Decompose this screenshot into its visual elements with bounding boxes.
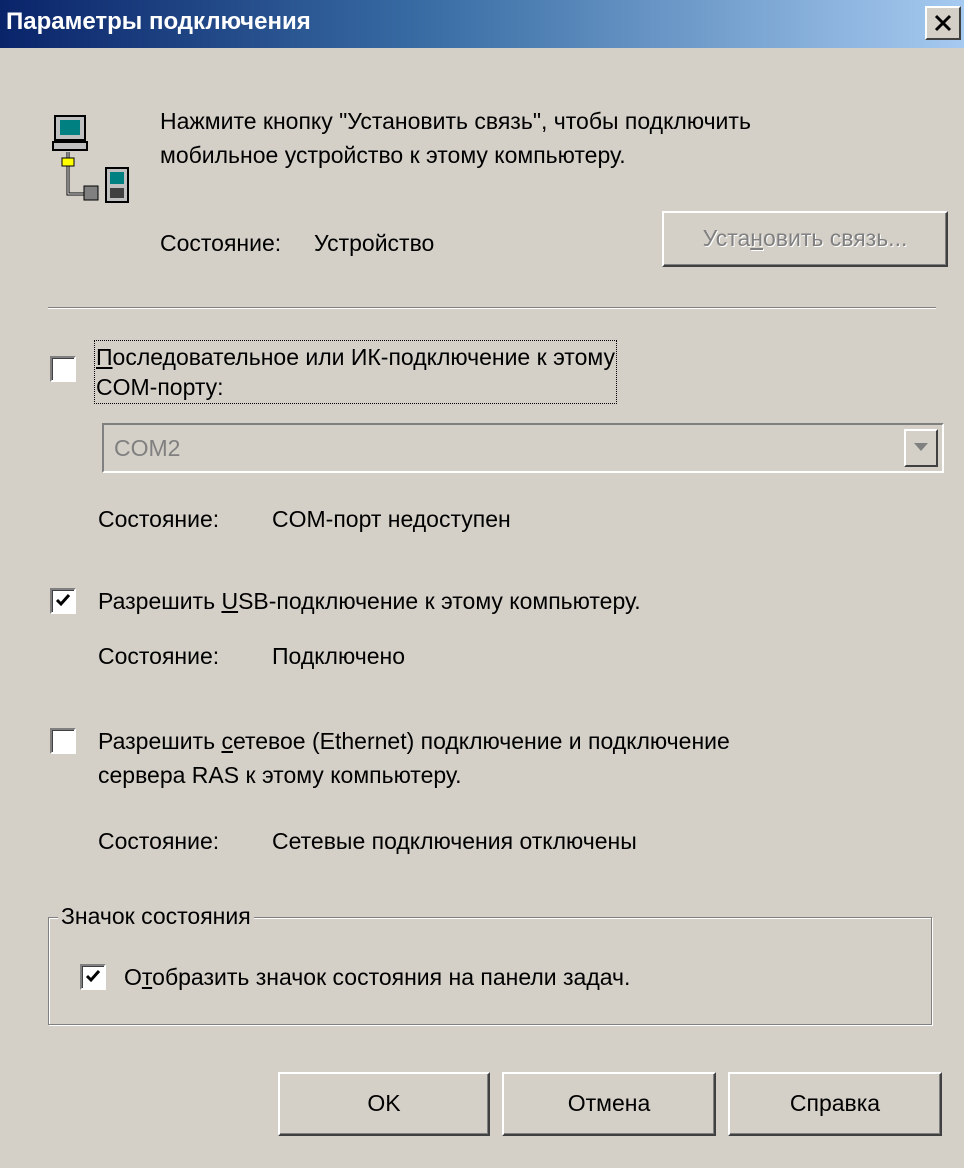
window-title: Параметры подключения bbox=[6, 8, 311, 35]
intro-line-1: Нажмите кнопку "Установить связь", чтобы… bbox=[160, 108, 751, 134]
intro-line-2: мобильное устройство к этому компьютеру. bbox=[160, 142, 626, 168]
checkmark-icon bbox=[85, 970, 101, 983]
com-port-value: COM2 bbox=[114, 435, 181, 461]
checkmark-icon bbox=[55, 594, 71, 607]
serial-checkbox-label[interactable]: Последовательное или ИК-подключение к эт… bbox=[94, 340, 617, 404]
com-port-select[interactable]: COM2 bbox=[102, 423, 944, 473]
com-port-dropdown-button[interactable] bbox=[904, 429, 938, 467]
close-button[interactable] bbox=[925, 6, 961, 40]
network-checkbox[interactable] bbox=[50, 728, 76, 754]
cancel-button-label: Отмена bbox=[567, 1090, 651, 1116]
network-label-line-2: сервера RAS к этому компьютеру. bbox=[98, 762, 462, 788]
ok-button[interactable]: OK bbox=[278, 1072, 490, 1136]
serial-status-label: Состояние: bbox=[98, 506, 220, 532]
network-status-label: Состояние: bbox=[98, 828, 220, 854]
separator bbox=[48, 307, 936, 309]
usb-status-label: Состояние: bbox=[98, 643, 220, 669]
connect-button-label: Установить связь... bbox=[702, 225, 908, 251]
status-icon-group-title: Значок состояния bbox=[58, 903, 254, 930]
serial-label-line-1: Последовательное или ИК-подключение к эт… bbox=[96, 344, 615, 370]
serial-status-value: COM-порт недоступен bbox=[272, 506, 511, 532]
cancel-button[interactable]: Отмена bbox=[502, 1072, 716, 1136]
help-button-label: Справка bbox=[789, 1090, 881, 1116]
title-bar[interactable]: Параметры подключения bbox=[0, 0, 964, 48]
usb-checkbox-label[interactable]: Разрешить USB-подключение к этому компью… bbox=[98, 588, 641, 615]
help-button[interactable]: Справка bbox=[728, 1072, 942, 1136]
connection-status-value: Устройство bbox=[314, 230, 435, 256]
network-status-value: Сетевые подключения отключены bbox=[272, 828, 637, 854]
device-connection-icon bbox=[52, 115, 129, 203]
chevron-down-icon bbox=[914, 443, 928, 451]
network-label-line-1: Разрешить сетевое (Ethernet) подключение… bbox=[98, 728, 730, 754]
usb-status-value: Подключено bbox=[272, 643, 405, 669]
connection-status-label: Состояние: bbox=[160, 230, 282, 256]
connection-settings-dialog: Параметры подключения Нажмите кнопку "Ус… bbox=[0, 0, 964, 1168]
show-status-icon-label[interactable]: Отобразить значок состояния на панели за… bbox=[124, 964, 630, 991]
usb-checkbox[interactable] bbox=[50, 588, 76, 614]
serial-checkbox[interactable] bbox=[50, 356, 76, 382]
close-icon bbox=[934, 14, 952, 32]
ok-button-label: OK bbox=[367, 1090, 401, 1116]
show-status-icon-checkbox[interactable] bbox=[80, 964, 106, 990]
network-checkbox-label[interactable]: Разрешить сетевое (Ethernet) подключение… bbox=[98, 724, 730, 792]
serial-label-line-2: COM-порту: bbox=[96, 374, 224, 400]
connect-button[interactable]: Установить связь... bbox=[662, 211, 948, 267]
